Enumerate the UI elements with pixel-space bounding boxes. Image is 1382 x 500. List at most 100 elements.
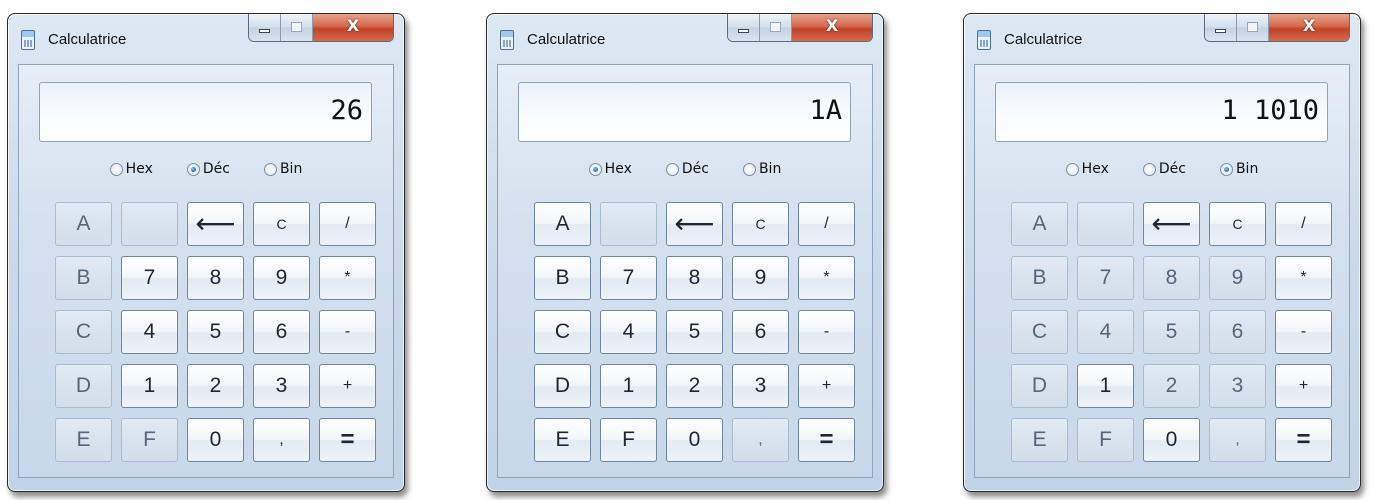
key-blank-button[interactable] — [1077, 202, 1134, 246]
key-7-button[interactable]: 7 — [1077, 256, 1134, 300]
key-b-button[interactable]: B — [1011, 256, 1068, 300]
key-minus-button[interactable]: - — [319, 310, 376, 354]
maximize-button[interactable] — [281, 14, 313, 41]
radio-hex-indicator[interactable] — [1065, 162, 1079, 176]
title-bar[interactable]: Calculatrice X — [487, 14, 883, 60]
key-6-button[interactable]: 6 — [253, 310, 310, 354]
key-b-button[interactable]: B — [534, 256, 591, 300]
key-divide-button[interactable]: / — [798, 202, 855, 246]
close-button[interactable]: X — [1269, 14, 1349, 41]
key-5-button[interactable]: 5 — [1143, 310, 1200, 354]
key-7-button[interactable]: 7 — [121, 256, 178, 300]
key-clear-button[interactable]: C — [732, 202, 789, 246]
key-2-button[interactable]: 2 — [1143, 364, 1200, 408]
key-minus-button[interactable]: - — [798, 310, 855, 354]
key-divide-button[interactable]: / — [319, 202, 376, 246]
key-blank-button[interactable] — [600, 202, 657, 246]
key-comma-button[interactable]: , — [1209, 418, 1266, 462]
key-8-button[interactable]: 8 — [187, 256, 244, 300]
key-hex-c-button[interactable]: C — [534, 310, 591, 354]
key-backspace-button[interactable]: ⟵ — [1143, 202, 1200, 246]
minimize-button[interactable] — [728, 14, 760, 41]
radio-dec[interactable]: Déc — [1142, 161, 1186, 177]
key-8-button[interactable]: 8 — [666, 256, 723, 300]
key-clear-button[interactable]: C — [253, 202, 310, 246]
key-9-button[interactable]: 9 — [732, 256, 789, 300]
key-divide-button[interactable]: / — [1275, 202, 1332, 246]
key-e-button[interactable]: E — [1011, 418, 1068, 462]
key-1-button[interactable]: 1 — [1077, 364, 1134, 408]
key-3-button[interactable]: 3 — [732, 364, 789, 408]
key-5-button[interactable]: 5 — [666, 310, 723, 354]
key-multiply-button[interactable]: * — [319, 256, 376, 300]
key-1-button[interactable]: 1 — [600, 364, 657, 408]
key-a-button[interactable]: A — [1011, 202, 1068, 246]
key-1-button[interactable]: 1 — [121, 364, 178, 408]
radio-bin[interactable]: Bin — [1219, 161, 1258, 177]
radio-bin-indicator[interactable] — [1219, 162, 1233, 176]
key-f-button[interactable]: F — [600, 418, 657, 462]
key-equals-button[interactable]: = — [1275, 418, 1332, 462]
radio-hex-indicator[interactable] — [588, 162, 602, 176]
key-plus-button[interactable]: + — [798, 364, 855, 408]
close-button[interactable]: X — [792, 14, 872, 41]
key-2-button[interactable]: 2 — [187, 364, 244, 408]
maximize-button[interactable] — [1237, 14, 1269, 41]
key-multiply-button[interactable]: * — [1275, 256, 1332, 300]
radio-bin[interactable]: Bin — [742, 161, 781, 177]
key-f-button[interactable]: F — [1077, 418, 1134, 462]
key-f-button[interactable]: F — [121, 418, 178, 462]
key-4-button[interactable]: 4 — [121, 310, 178, 354]
key-4-button[interactable]: 4 — [1077, 310, 1134, 354]
radio-dec[interactable]: Déc — [186, 161, 230, 177]
key-d-button[interactable]: D — [1011, 364, 1068, 408]
key-9-button[interactable]: 9 — [253, 256, 310, 300]
minimize-button[interactable] — [1205, 14, 1237, 41]
key-b-button[interactable]: B — [55, 256, 112, 300]
key-comma-button[interactable]: , — [732, 418, 789, 462]
key-5-button[interactable]: 5 — [187, 310, 244, 354]
key-equals-button[interactable]: = — [319, 418, 376, 462]
key-e-button[interactable]: E — [55, 418, 112, 462]
key-backspace-button[interactable]: ⟵ — [666, 202, 723, 246]
key-d-button[interactable]: D — [55, 364, 112, 408]
radio-dec-indicator[interactable] — [186, 162, 200, 176]
key-hex-c-button[interactable]: C — [55, 310, 112, 354]
key-e-button[interactable]: E — [534, 418, 591, 462]
key-6-button[interactable]: 6 — [1209, 310, 1266, 354]
key-a-button[interactable]: A — [534, 202, 591, 246]
key-clear-button[interactable]: C — [1209, 202, 1266, 246]
title-bar[interactable]: Calculatrice X — [964, 14, 1360, 60]
key-plus-button[interactable]: + — [319, 364, 376, 408]
key-a-button[interactable]: A — [55, 202, 112, 246]
title-bar[interactable]: Calculatrice X — [8, 14, 404, 60]
close-button[interactable]: X — [313, 14, 393, 41]
key-0-button[interactable]: 0 — [187, 418, 244, 462]
key-3-button[interactable]: 3 — [253, 364, 310, 408]
key-8-button[interactable]: 8 — [1143, 256, 1200, 300]
key-9-button[interactable]: 9 — [1209, 256, 1266, 300]
radio-hex[interactable]: Hex — [109, 161, 153, 177]
key-0-button[interactable]: 0 — [666, 418, 723, 462]
radio-dec[interactable]: Déc — [665, 161, 709, 177]
key-backspace-button[interactable]: ⟵ — [187, 202, 244, 246]
key-7-button[interactable]: 7 — [600, 256, 657, 300]
radio-bin-indicator[interactable] — [263, 162, 277, 176]
key-comma-button[interactable]: , — [253, 418, 310, 462]
radio-hex-indicator[interactable] — [109, 162, 123, 176]
key-6-button[interactable]: 6 — [732, 310, 789, 354]
key-4-button[interactable]: 4 — [600, 310, 657, 354]
minimize-button[interactable] — [249, 14, 281, 41]
key-d-button[interactable]: D — [534, 364, 591, 408]
key-2-button[interactable]: 2 — [666, 364, 723, 408]
key-equals-button[interactable]: = — [798, 418, 855, 462]
key-0-button[interactable]: 0 — [1143, 418, 1200, 462]
radio-bin[interactable]: Bin — [263, 161, 302, 177]
radio-bin-indicator[interactable] — [742, 162, 756, 176]
radio-hex[interactable]: Hex — [588, 161, 632, 177]
radio-dec-indicator[interactable] — [1142, 162, 1156, 176]
key-3-button[interactable]: 3 — [1209, 364, 1266, 408]
maximize-button[interactable] — [760, 14, 792, 41]
key-multiply-button[interactable]: * — [798, 256, 855, 300]
key-hex-c-button[interactable]: C — [1011, 310, 1068, 354]
